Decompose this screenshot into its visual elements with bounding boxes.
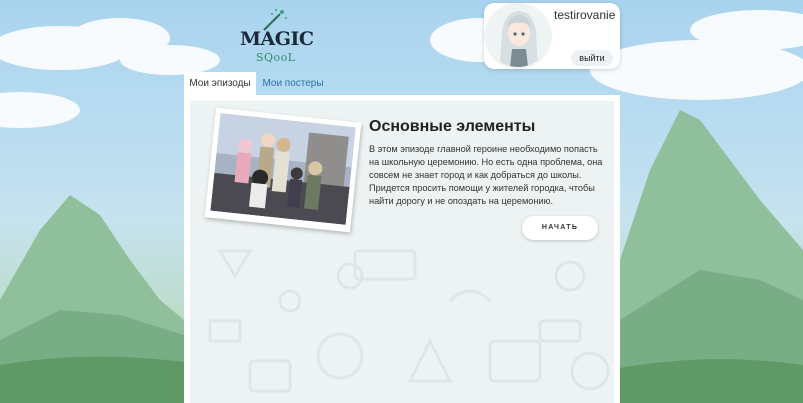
episodes-panel: Основные элементы В этом эпизоде главной… xyxy=(184,95,620,403)
logout-button[interactable]: выйти xyxy=(571,50,613,66)
app-logo[interactable]: MAGIC SQooL xyxy=(236,8,316,68)
episode-card: Основные элементы В этом эпизоде главной… xyxy=(190,101,614,403)
avatar[interactable] xyxy=(484,3,552,69)
tab-my-posters[interactable]: Мои постеры xyxy=(258,72,328,96)
user-profile-card: testirovanie выйти xyxy=(484,3,620,69)
episode-cover-photo xyxy=(204,107,362,233)
username-label: testirovanie xyxy=(554,8,616,22)
tab-my-episodes[interactable]: Мои эпизоды xyxy=(184,72,256,96)
episode-title: Основные элементы xyxy=(369,118,536,135)
logo-subtitle: SQooL xyxy=(256,51,296,64)
logo-title: MAGIC xyxy=(240,28,314,50)
episode-description: В этом эпизоде главной героине необходим… xyxy=(369,144,603,206)
start-button[interactable]: НАЧАТЬ xyxy=(522,216,598,240)
